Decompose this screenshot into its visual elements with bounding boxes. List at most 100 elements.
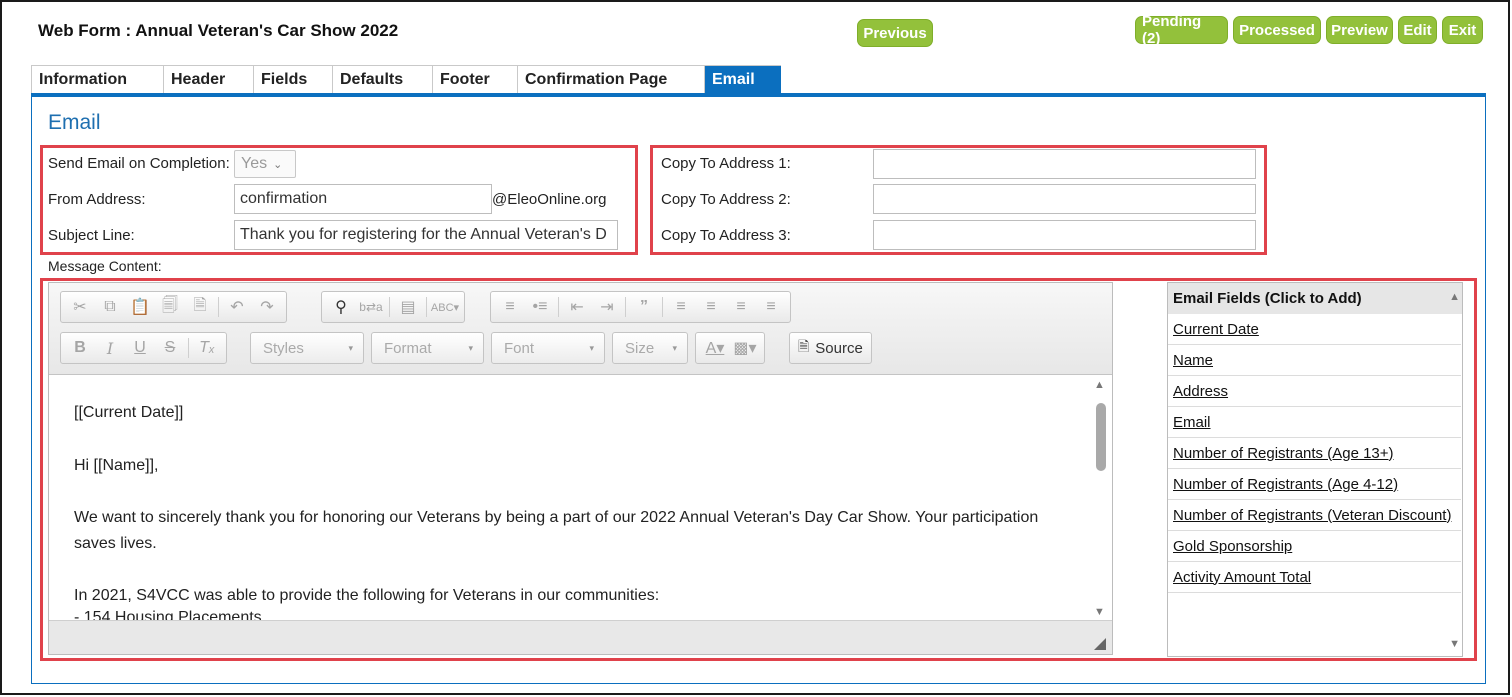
replace-icon[interactable]: b⇄a [356,294,386,320]
exit-button[interactable]: Exit [1442,16,1483,44]
toolbar-separator [558,297,559,317]
fields-scroll-down-icon[interactable]: ▼ [1449,638,1460,650]
scroll-down-icon[interactable]: ▼ [1094,606,1105,618]
editor-scrollbar[interactable]: ▲ ▼ [1092,375,1108,620]
resize-handle-icon[interactable] [1094,638,1106,650]
email-field-item[interactable]: Number of Registrants (Age 13+) [1168,438,1461,469]
tab-defaults[interactable]: Defaults [333,66,433,94]
email-field-item[interactable]: Name [1168,345,1461,376]
toolbar-separator [218,297,219,317]
copy-address-2-input[interactable] [873,184,1256,214]
section-title: Email [48,111,101,134]
subject-line-input[interactable]: Thank you for registering for the Annual… [234,220,618,250]
tab-bar: Information Header Fields Defaults Foote… [31,65,781,94]
numbered-list-icon[interactable]: ≡ [495,294,525,320]
send-email-select[interactable]: Yes ⌄ [234,150,296,178]
editor-toolbar: ✂ ⧉ 📋 🗐 🗎 ↶ ↷ ⚲ b⇄a ▤ ABC▾ ≡ •≡ ⇤ ⇥ ” ≡ [49,283,1112,375]
toolbar-separator [662,297,663,317]
content-line: [[Current Date]] [74,404,184,421]
size-dropdown[interactable]: Size ▾ [612,332,688,364]
rich-text-editor: ✂ ⧉ 📋 🗐 🗎 ↶ ↷ ⚲ b⇄a ▤ ABC▾ ≡ •≡ ⇤ ⇥ ” ≡ [48,282,1113,655]
email-field-item[interactable]: Email [1168,407,1461,438]
undo-icon[interactable]: ↶ [222,294,252,320]
chevron-down-icon: ▾ [468,342,473,353]
align-right-icon[interactable]: ≡ [726,294,756,320]
bold-icon[interactable]: B [65,335,95,361]
copy-address-3-label: Copy To Address 3: [661,227,791,244]
tab-information[interactable]: Information [31,66,164,94]
tab-confirmation-page[interactable]: Confirmation Page [518,66,705,94]
email-field-item[interactable]: Number of Registrants (Veteran Discount) [1168,500,1461,531]
strikethrough-icon[interactable]: S [155,335,185,361]
paste-text-icon[interactable]: 🗐 [155,294,185,320]
previous-button[interactable]: Previous [857,19,933,47]
background-color-icon[interactable]: ▩▾ [730,335,760,361]
copy-address-1-input[interactable] [873,149,1256,179]
pending-button[interactable]: Pending (2) [1135,13,1228,47]
select-all-icon[interactable]: ▤ [393,294,423,320]
font-dropdown[interactable]: Font ▾ [491,332,605,364]
source-icon: 🗎 [798,338,810,354]
text-color-icon[interactable]: A▾ [700,335,730,361]
colors-group: A▾ ▩▾ [695,332,765,364]
subject-line-label: Subject Line: [48,227,135,244]
search-icon[interactable]: ⚲ [326,294,356,320]
copy-address-3-input[interactable] [873,220,1256,250]
from-domain-label: @EleoOnline.org [492,191,607,208]
editor-content-area[interactable]: [[Current Date]] Hi [[Name]], We want to… [49,375,1112,620]
styles-dropdown[interactable]: Styles ▾ [250,332,364,364]
styles-dropdown-label: Styles [263,339,304,357]
email-field-item[interactable]: Current Date [1168,314,1461,345]
email-field-item[interactable]: Number of Registrants (Age 4-12) [1168,469,1461,500]
editor-footer [49,620,1112,654]
from-address-label: From Address: [48,191,146,208]
spellcheck-icon[interactable]: ABC▾ [430,294,460,320]
format-dropdown-label: Format [384,339,432,357]
copy-icon[interactable]: ⧉ [95,294,125,320]
preview-button[interactable]: Preview [1326,16,1393,44]
toolbar-separator [389,297,390,317]
bullet-list-icon[interactable]: •≡ [525,294,555,320]
email-field-item[interactable]: Address [1168,376,1461,407]
tab-fields[interactable]: Fields [254,66,333,94]
content-line: - 154 Housing Placements [74,609,262,620]
chevron-down-icon: ▾ [589,342,594,353]
cut-icon[interactable]: ✂ [65,294,95,320]
email-field-item[interactable]: Activity Amount Total [1168,562,1461,593]
redo-icon[interactable]: ↷ [252,294,282,320]
remove-format-icon[interactable]: Tₓ [192,335,222,361]
outdent-icon[interactable]: ⇤ [562,294,592,320]
align-justify-icon[interactable]: ≡ [756,294,786,320]
chevron-down-icon: ⌄ [273,158,283,171]
tab-email[interactable]: Email [705,66,781,94]
align-left-icon[interactable]: ≡ [666,294,696,320]
align-center-icon[interactable]: ≡ [696,294,726,320]
edit-button[interactable]: Edit [1398,16,1437,44]
paste-word-icon[interactable]: 🗎 [185,294,215,320]
font-dropdown-label: Font [504,339,535,357]
blockquote-icon[interactable]: ” [629,294,659,320]
chevron-down-icon: ▾ [672,342,677,353]
source-label: Source [815,339,863,357]
email-field-item[interactable]: Gold Sponsorship [1168,531,1461,562]
fields-scroll-up-icon[interactable]: ▲ [1449,291,1460,303]
send-email-label: Send Email on Completion: [48,155,230,172]
toolbar-separator [426,297,427,317]
toolbar-separator [625,297,626,317]
content-line: saves lives. [74,535,157,552]
underline-icon[interactable]: U [125,335,155,361]
from-address-input[interactable]: confirmation [234,184,492,214]
indent-icon[interactable]: ⇥ [592,294,622,320]
page-title: Web Form : Annual Veteran's Car Show 202… [38,21,399,40]
tab-header[interactable]: Header [164,66,254,94]
tab-footer[interactable]: Footer [433,66,518,94]
italic-icon[interactable]: I [95,335,125,361]
source-button[interactable]: 🗎 Source [789,332,872,364]
scroll-thumb[interactable] [1096,403,1106,471]
toolbar-separator [188,338,189,358]
paste-icon[interactable]: 📋 [125,294,155,320]
processed-button[interactable]: Processed [1233,16,1321,44]
format-dropdown[interactable]: Format ▾ [371,332,484,364]
chevron-down-icon: ▾ [348,342,353,353]
scroll-up-icon[interactable]: ▲ [1094,379,1105,391]
